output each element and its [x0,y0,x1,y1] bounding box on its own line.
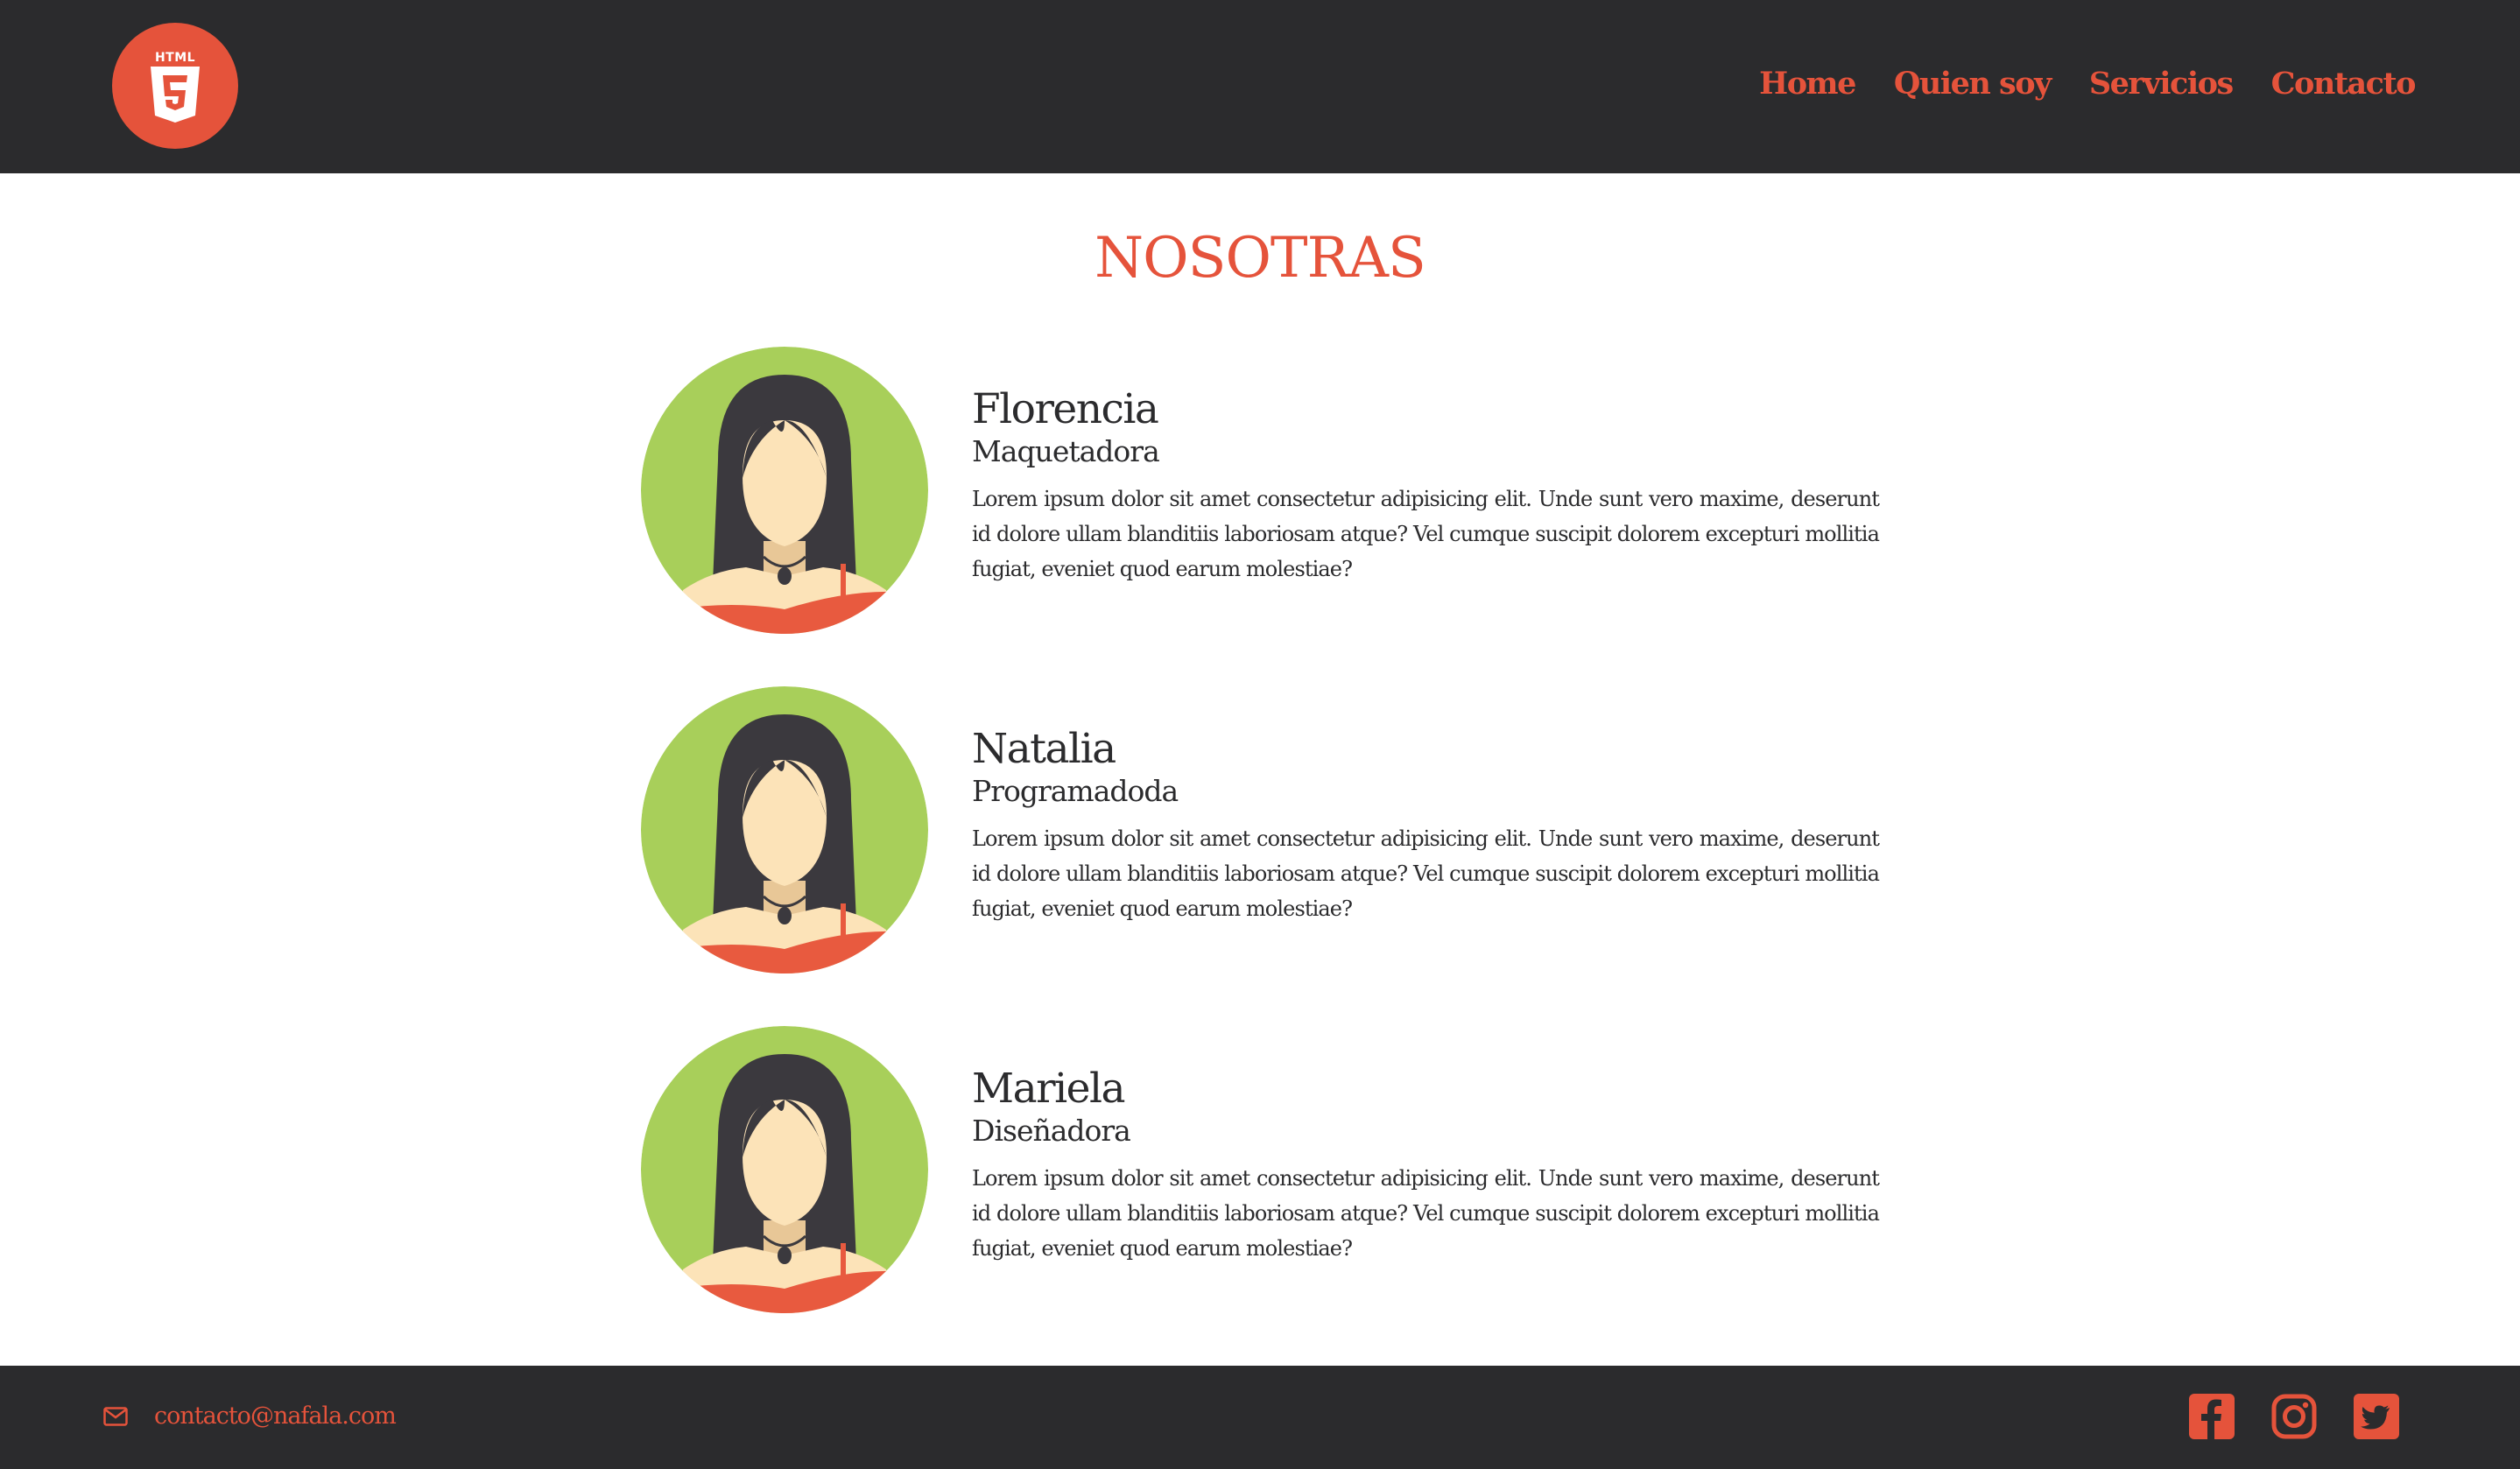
member-role: Programadoda [972,774,1179,808]
facebook-icon[interactable] [2189,1394,2235,1439]
member-info: Mariela Diseñadora Lorem ipsum dolor sit… [972,1065,1880,1266]
woman-avatar-icon [641,347,928,634]
html5-logo-icon[interactable]: HTML [112,23,238,149]
member-name: Mariela [972,1065,1126,1113]
envelope-icon [103,1407,128,1426]
site-footer: contacto@nafala.com [0,1366,2520,1469]
nav-contacto[interactable]: Contacto [2271,63,2417,105]
page-title: NOSOTRAS [1095,226,1426,291]
member-info: Florencia Maquetadora Lorem ipsum dolor … [972,385,1880,587]
svg-text:HTML: HTML [155,51,195,65]
member-role: Maquetadora [972,434,1160,468]
member-card: Florencia Maquetadora Lorem ipsum dolor … [641,347,1880,634]
instagram-icon[interactable] [2271,1394,2317,1439]
member-card: Natalia Programadoda Lorem ipsum dolor s… [641,686,1880,973]
contact-email[interactable]: contacto@nafala.com [154,1399,397,1434]
member-bio: Lorem ipsum dolor sit amet consectetur a… [972,487,1880,581]
nav-home[interactable]: Home [1759,63,1856,105]
member-name: Natalia [972,725,1116,773]
social-links [2189,1394,2399,1439]
member-card: Mariela Diseñadora Lorem ipsum dolor sit… [641,1026,1880,1313]
member-info: Natalia Programadoda Lorem ipsum dolor s… [972,725,1880,926]
member-bio: Lorem ipsum dolor sit amet consectetur a… [972,826,1880,921]
twitter-icon[interactable] [2354,1394,2399,1439]
member-name: Florencia [972,385,1159,433]
member-bio: Lorem ipsum dolor sit amet consectetur a… [972,1166,1880,1261]
nav-quien-soy[interactable]: Quien soy [1894,63,2052,105]
main-nav: Home Quien soy Servicios Contacto [1759,63,2417,105]
contact-email-link[interactable]: contacto@nafala.com [103,1399,397,1434]
member-role: Diseñadora [972,1114,1131,1148]
site-header: HTML Home Quien soy Servicios Contacto [0,0,2520,173]
woman-avatar-icon [641,1026,928,1313]
nav-servicios[interactable]: Servicios [2089,63,2234,105]
woman-avatar-icon [641,686,928,973]
